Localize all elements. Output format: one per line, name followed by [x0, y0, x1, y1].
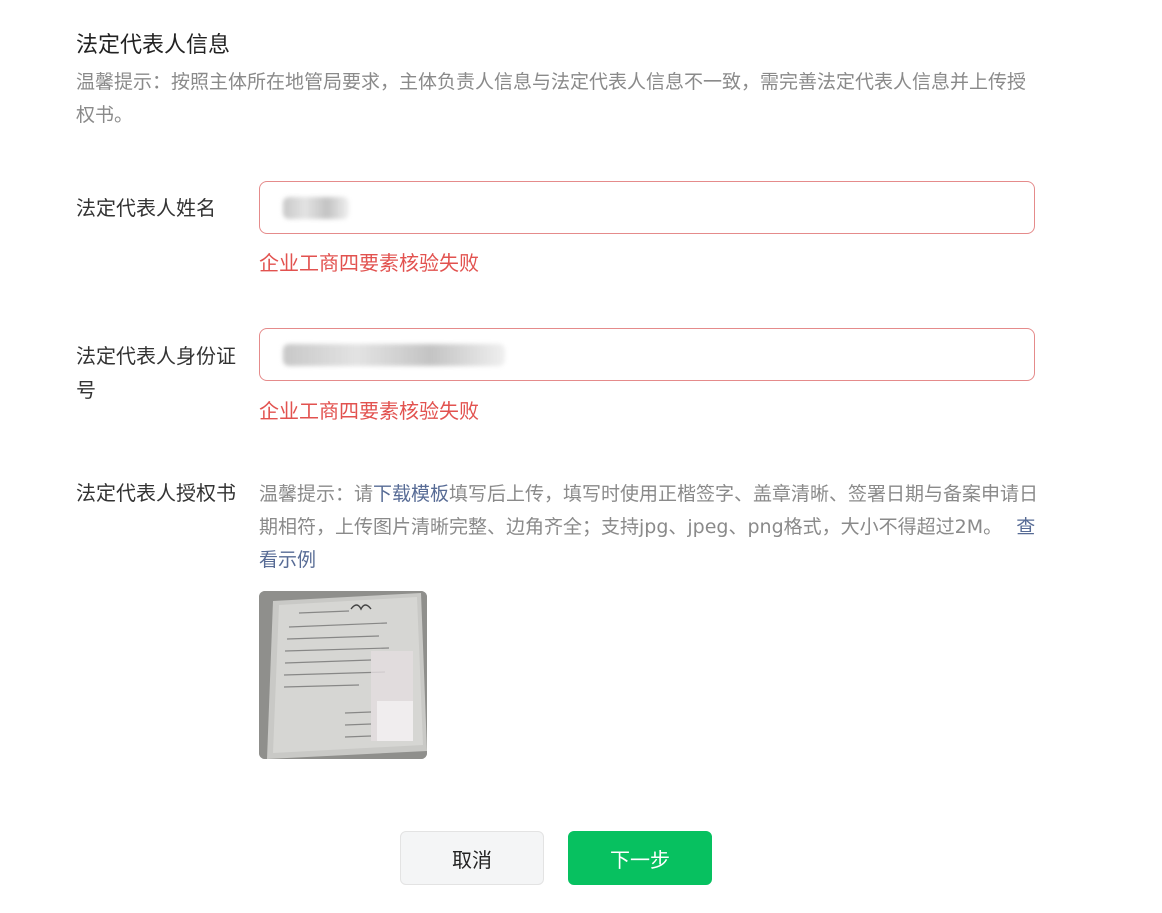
authorization-tip: 温馨提示：请下载模板填写后上传，填写时使用正楷签字、盖章清晰、签署日期与备案申请…: [259, 478, 1039, 577]
next-step-button[interactable]: 下一步: [568, 831, 712, 885]
name-label: 法定代表人姓名: [76, 196, 216, 220]
id-number-error: 企业工商四要素核验失败: [259, 399, 479, 423]
cancel-button[interactable]: 取消: [400, 831, 544, 885]
authorization-tip-prefix: 温馨提示：请: [259, 483, 374, 505]
name-error: 企业工商四要素核验失败: [259, 251, 479, 275]
name-input[interactable]: [259, 181, 1035, 234]
section-tip: 温馨提示：按照主体所在地管局要求，主体负责人信息与法定代表人信息不一致，需完善法…: [76, 71, 1027, 126]
uploaded-document-photo: [259, 591, 427, 759]
id-number-label: 法定代表人身份证号: [76, 344, 236, 402]
name-masked-value: [283, 197, 349, 219]
authorization-image-thumbnail[interactable]: [259, 591, 427, 759]
download-template-link[interactable]: 下载模板: [373, 483, 449, 505]
section-title: 法定代表人信息: [76, 33, 231, 58]
authorization-label: 法定代表人授权书: [76, 481, 236, 505]
id-number-masked-value: [283, 344, 505, 366]
